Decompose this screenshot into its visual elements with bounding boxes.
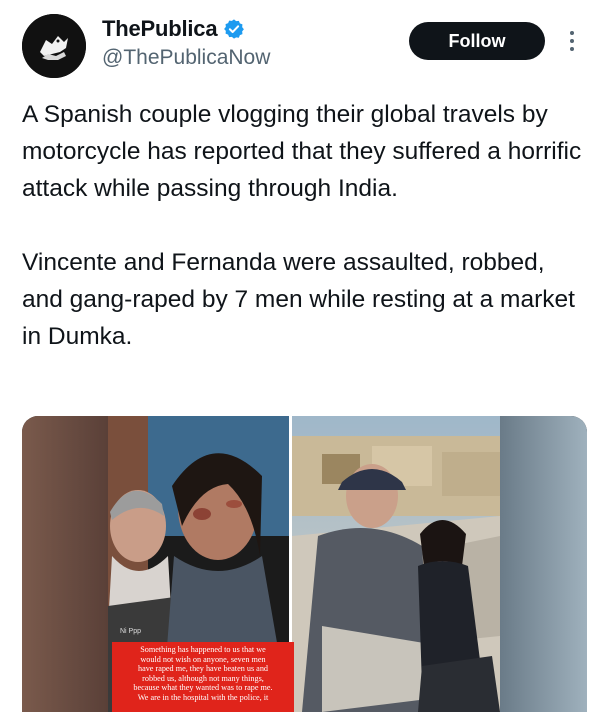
caption-line: would not wish on anyone, seven men <box>140 654 266 664</box>
tweet-text: A Spanish couple vlogging their global t… <box>22 96 592 355</box>
caption-line: have raped me, they have beaten us and <box>137 664 269 674</box>
caption-line: because what they wanted was to rape me. <box>133 683 273 693</box>
photo-caption: Something has happened to us that we wou… <box>112 642 294 712</box>
tweet-paragraph: Vincente and Fernanda were assaulted, ro… <box>22 249 575 350</box>
caption-line: Something has happened to us that we <box>140 645 266 654</box>
photo-small-label: Ni Ppp <box>120 628 142 635</box>
more-vertical-icon[interactable] <box>563 28 581 56</box>
publica-logo-icon <box>22 14 86 78</box>
author-avatar[interactable] <box>22 14 86 78</box>
author-display-name[interactable]: ThePublica <box>102 16 218 42</box>
author-handle[interactable]: @ThePublicaNow <box>102 46 270 70</box>
media-photo <box>22 416 587 712</box>
follow-button[interactable]: Follow <box>409 22 545 60</box>
tweet-media[interactable]: Ni Ppp Something has happened to us that… <box>22 416 587 712</box>
author-name-row: ThePublica <box>102 16 245 42</box>
caption-line: We are in the hospital with the police, … <box>137 692 269 702</box>
caption-line: robbed us, although not many things, <box>142 673 264 683</box>
verified-badge-icon <box>224 19 245 39</box>
tweet-header: ThePublica @ThePublicaNow Follow <box>0 0 610 90</box>
tweet-paragraph: A Spanish couple vlogging their global t… <box>22 101 582 202</box>
